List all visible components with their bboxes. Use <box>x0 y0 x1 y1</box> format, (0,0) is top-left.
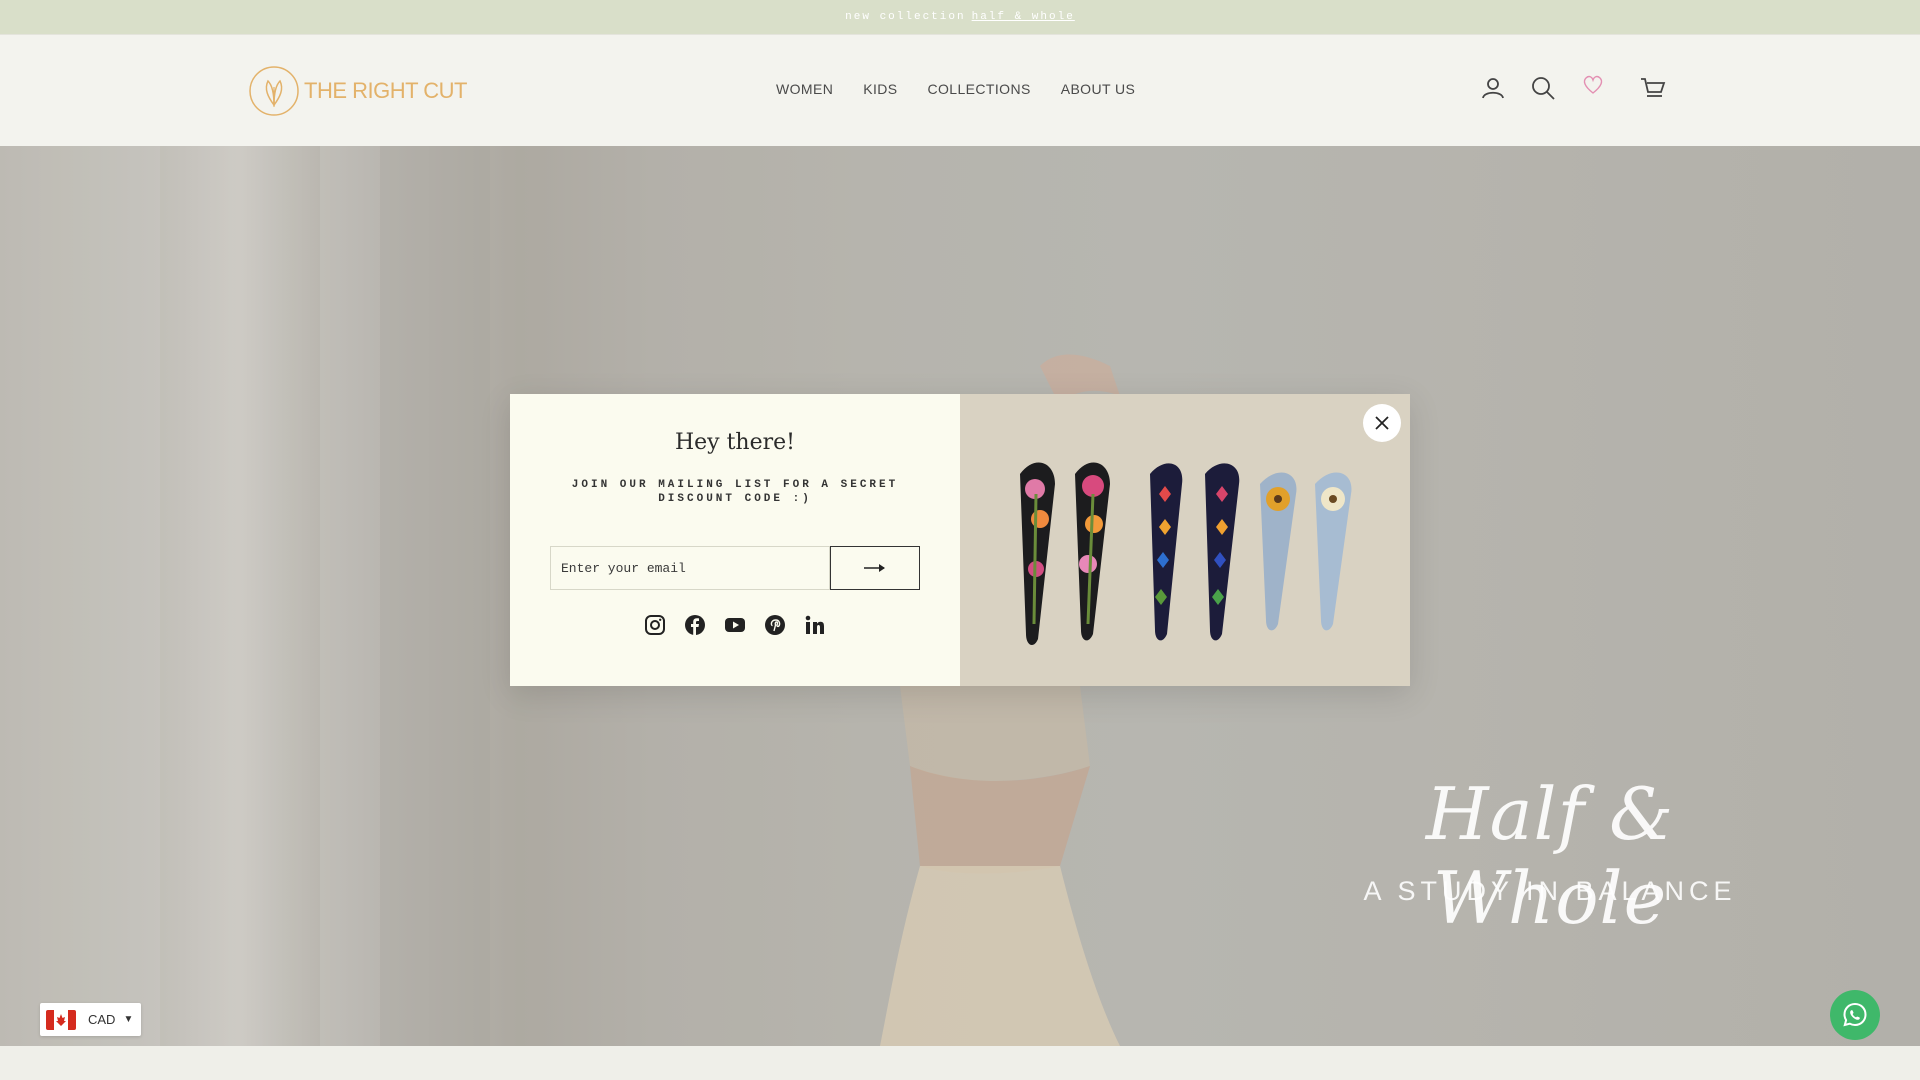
logo[interactable]: THE RIGHT CUT <box>248 65 467 117</box>
social-links <box>510 614 960 636</box>
wishlist-heart-icon[interactable] <box>1580 72 1606 98</box>
page-bottom-strip <box>0 1046 1920 1080</box>
newsletter-content: Hey there! JOIN OUR MAILING LIST FOR A S… <box>510 394 960 686</box>
search-icon[interactable] <box>1530 75 1556 101</box>
popup-product-image <box>960 394 1410 686</box>
hero-title: Half & Whole <box>1425 772 1675 940</box>
close-popup-button[interactable] <box>1363 404 1401 442</box>
account-icon[interactable] <box>1480 75 1506 101</box>
facebook-icon[interactable] <box>684 614 706 636</box>
currency-code: CAD <box>88 1012 116 1027</box>
whatsapp-icon <box>1843 1002 1867 1027</box>
popup-heading: Hey there! <box>674 430 796 455</box>
subscribe-button[interactable] <box>830 546 920 590</box>
email-field[interactable] <box>550 546 830 590</box>
announcement-text: new collection <box>845 11 966 23</box>
newsletter-popup: Hey there! JOIN OUR MAILING LIST FOR A S… <box>510 394 1410 686</box>
linkedin-icon[interactable] <box>804 614 826 636</box>
nav-item-about-us[interactable]: ABOUT US <box>1061 81 1136 97</box>
close-icon <box>1375 416 1389 430</box>
logo-text: THE RIGHT CUT <box>304 78 467 103</box>
instagram-icon[interactable] <box>644 614 666 636</box>
whatsapp-chat-button[interactable] <box>1830 990 1880 1040</box>
announcement-bar: new collection half & whole <box>0 0 1920 34</box>
popup-description: JOIN OUR MAILING LIST FOR A SECRET DISCO… <box>571 479 899 505</box>
hero-subtitle: A STUDY IN BALANCE <box>1363 876 1737 906</box>
hair-clips-image <box>960 394 1410 686</box>
cart-icon[interactable] <box>1640 75 1666 101</box>
header-icons <box>1480 75 1666 101</box>
pinterest-icon[interactable] <box>764 614 786 636</box>
announcement-link[interactable]: half & whole <box>972 11 1075 23</box>
nav-item-kids[interactable]: KIDS <box>863 81 897 97</box>
site-header: THE RIGHT CUT WOMEN KIDS COLLECTIONS ABO… <box>0 34 1920 146</box>
chevron-down-icon: ▼ <box>123 1014 134 1025</box>
arrow-right-icon <box>864 564 885 572</box>
main-nav: WOMEN KIDS COLLECTIONS ABOUT US <box>776 81 1135 97</box>
logo-leaf-icon <box>249 66 299 116</box>
email-signup-form <box>550 546 920 590</box>
youtube-icon[interactable] <box>724 614 746 636</box>
nav-item-women[interactable]: WOMEN <box>776 81 833 97</box>
currency-selector[interactable]: CAD ▼ <box>40 1003 141 1036</box>
canada-flag-icon <box>46 1009 76 1030</box>
nav-item-collections[interactable]: COLLECTIONS <box>928 81 1031 97</box>
